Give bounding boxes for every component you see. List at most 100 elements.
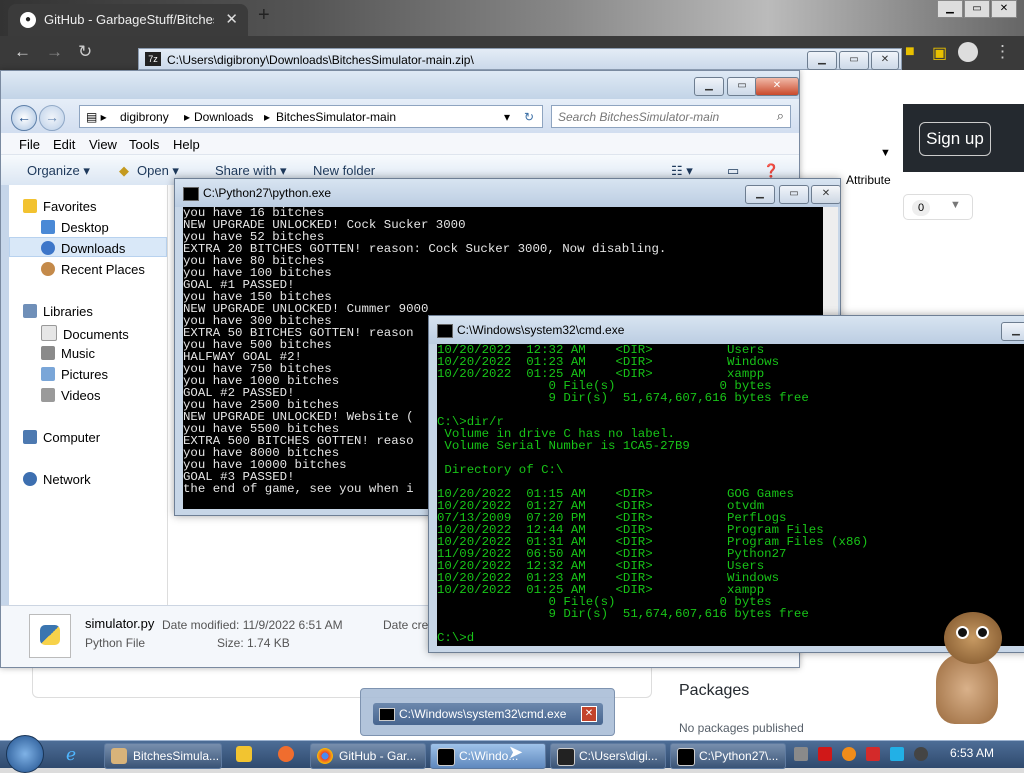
- minimize-icon[interactable]: ▁: [937, 0, 963, 18]
- cmd-console-titlebar[interactable]: C:\Windows\system32\cmd.exe ▁: [429, 316, 1024, 344]
- menu-view[interactable]: View: [89, 137, 117, 152]
- chevron-down-icon[interactable]: ▼: [950, 199, 961, 211]
- paint-icon[interactable]: [278, 746, 294, 762]
- minimize-icon[interactable]: ▁: [1001, 322, 1024, 341]
- tray-v-icon[interactable]: [818, 747, 832, 761]
- reading-list-icon[interactable]: ▣: [932, 43, 947, 63]
- internet-explorer-icon[interactable]: ℯ: [66, 745, 76, 765]
- libraries-icon: [23, 304, 37, 318]
- taskbar-item-chrome[interactable]: GitHub - Gar...: [310, 743, 426, 769]
- minimize-icon[interactable]: ▁: [807, 51, 837, 70]
- new-tab-button[interactable]: +: [258, 4, 270, 27]
- menu-edit[interactable]: Edit: [53, 137, 75, 152]
- preview-pane-icon[interactable]: ▭: [727, 163, 739, 179]
- nav-network[interactable]: Network: [23, 472, 91, 487]
- tray-volume-icon[interactable]: [914, 747, 928, 761]
- computer-icon: [23, 430, 37, 444]
- nav-documents[interactable]: Documents: [41, 325, 129, 342]
- taskbar-item-python[interactable]: C:\Python27\...: [670, 743, 786, 769]
- console-icon: [437, 748, 455, 766]
- close-icon[interactable]: ✕: [755, 77, 799, 96]
- forward-arrow-icon[interactable]: →: [46, 42, 63, 62]
- back-arrow-icon[interactable]: ←: [14, 42, 31, 62]
- nav-libraries[interactable]: Libraries: [23, 304, 93, 319]
- cmd-console-window: C:\Windows\system32\cmd.exe ▁ 10/20/2022…: [428, 315, 1024, 653]
- help-icon[interactable]: ❓: [763, 163, 779, 179]
- nav-videos[interactable]: Videos: [41, 388, 101, 403]
- desktop-buddy-character[interactable]: [916, 606, 1016, 736]
- maximize-icon[interactable]: ▭: [964, 0, 990, 18]
- back-arrow-icon[interactable]: ←: [11, 105, 37, 131]
- taskbar-thumbnail-preview[interactable]: C:\Windows\system32\cmd.exe ✕: [360, 688, 615, 736]
- close-icon[interactable]: ✕: [871, 51, 899, 70]
- nav-recent-places[interactable]: Recent Places: [41, 262, 145, 277]
- chevron-down-icon[interactable]: ▼: [880, 147, 891, 159]
- chrome-icon: [317, 748, 333, 764]
- share-with-button[interactable]: Share with ▾: [215, 163, 287, 179]
- forward-arrow-icon[interactable]: →: [39, 105, 65, 131]
- view-options-icon[interactable]: ☷ ▾: [671, 163, 693, 179]
- nav-favorites[interactable]: Favorites: [23, 199, 96, 214]
- start-button[interactable]: [6, 735, 44, 773]
- python-console-titlebar[interactable]: C:\Python27\python.exe ▁ ▭ ✕: [175, 179, 841, 207]
- breadcrumb-user[interactable]: digibrony: [120, 110, 169, 124]
- more-menu-icon[interactable]: ⋮: [994, 42, 1011, 62]
- organize-button[interactable]: Organize ▾: [27, 163, 90, 179]
- media-player-icon[interactable]: [236, 746, 252, 762]
- address-bar[interactable]: ▤ ▸ digibrony ▸ Downloads ▸ BitchesSimul…: [79, 105, 543, 128]
- reload-icon[interactable]: ↻: [78, 42, 92, 62]
- maximize-icon[interactable]: ▭: [727, 77, 757, 96]
- chevron-down-icon[interactable]: ▾: [504, 110, 510, 124]
- taskbar-item-7zip[interactable]: C:\Users\digi...: [550, 743, 666, 769]
- breadcrumb-folder[interactable]: BitchesSimulator-main: [276, 110, 396, 124]
- maximize-icon[interactable]: ▭: [779, 185, 809, 204]
- nav-music[interactable]: Music: [41, 346, 95, 361]
- tray-flag-icon[interactable]: [866, 747, 880, 761]
- explorer-search-input[interactable]: Search BitchesSimulator-main ⌕: [551, 105, 791, 128]
- console-icon: [379, 708, 395, 721]
- close-icon[interactable]: ✕: [581, 706, 597, 722]
- tray-app-icon[interactable]: [794, 747, 808, 761]
- tray-search-icon[interactable]: [842, 747, 856, 761]
- extension-icon[interactable]: ■: [905, 43, 915, 61]
- menu-help[interactable]: Help: [173, 137, 200, 152]
- minimize-icon[interactable]: ▁: [745, 185, 775, 204]
- nav-downloads[interactable]: Downloads: [41, 241, 125, 256]
- breadcrumb-downloads[interactable]: Downloads: [194, 110, 253, 124]
- cmd-console-output[interactable]: 10/20/2022 12:32 AM <DIR> Users 10/20/202…: [437, 344, 1024, 646]
- network-icon: [23, 472, 37, 486]
- packages-heading[interactable]: Packages: [679, 682, 749, 700]
- open-button[interactable]: Open ▾: [137, 163, 179, 179]
- breadcrumb-sep-icon[interactable]: ▸: [264, 110, 270, 124]
- open-icon: ◆: [119, 163, 129, 178]
- breadcrumb-sep-icon[interactable]: ▸: [184, 110, 190, 124]
- close-icon[interactable]: ✕: [991, 0, 1017, 18]
- zip-window-titlebar[interactable]: 7z C:\Users\digibrony\Downloads\BitchesS…: [138, 48, 902, 70]
- count-badge: 0: [912, 200, 930, 216]
- search-placeholder: Search BitchesSimulator-main: [558, 110, 720, 124]
- minimize-icon[interactable]: ▁: [694, 77, 724, 96]
- search-icon[interactable]: ⌕: [777, 108, 784, 124]
- close-icon[interactable]: ✕: [811, 185, 841, 204]
- nav-computer[interactable]: Computer: [23, 430, 100, 445]
- taskbar-item-cmd[interactable]: C:\Windo...: [430, 743, 546, 769]
- profile-avatar[interactable]: [958, 42, 978, 62]
- taskbar-clock[interactable]: 6:53 AM: [950, 746, 994, 760]
- nav-pictures[interactable]: Pictures: [41, 367, 108, 382]
- chrome-tab-github[interactable]: ● GitHub - GarbageStuff/BitchesSi ✕: [8, 4, 248, 36]
- refresh-icon[interactable]: ↻: [524, 110, 534, 124]
- explorer-titlebar[interactable]: ▁ ▭ ✕: [1, 71, 799, 99]
- menu-file[interactable]: File: [19, 137, 40, 152]
- nav-desktop[interactable]: Desktop: [41, 220, 109, 235]
- menu-tools[interactable]: Tools: [129, 137, 159, 152]
- star-count-button[interactable]: 0 ▼: [903, 194, 973, 220]
- close-tab-icon[interactable]: ✕: [225, 10, 238, 28]
- details-date-modified: Date modified: 11/9/2022 6:51 AM: [162, 618, 343, 632]
- sign-up-button[interactable]: Sign up: [919, 122, 991, 156]
- music-icon: [41, 346, 55, 360]
- tray-monitor-icon[interactable]: [890, 747, 904, 761]
- taskbar-item-explorer[interactable]: BitchesSimula...: [104, 743, 222, 769]
- 7zip-icon: [557, 748, 575, 766]
- maximize-icon[interactable]: ▭: [839, 51, 869, 70]
- new-folder-button[interactable]: New folder: [313, 163, 375, 178]
